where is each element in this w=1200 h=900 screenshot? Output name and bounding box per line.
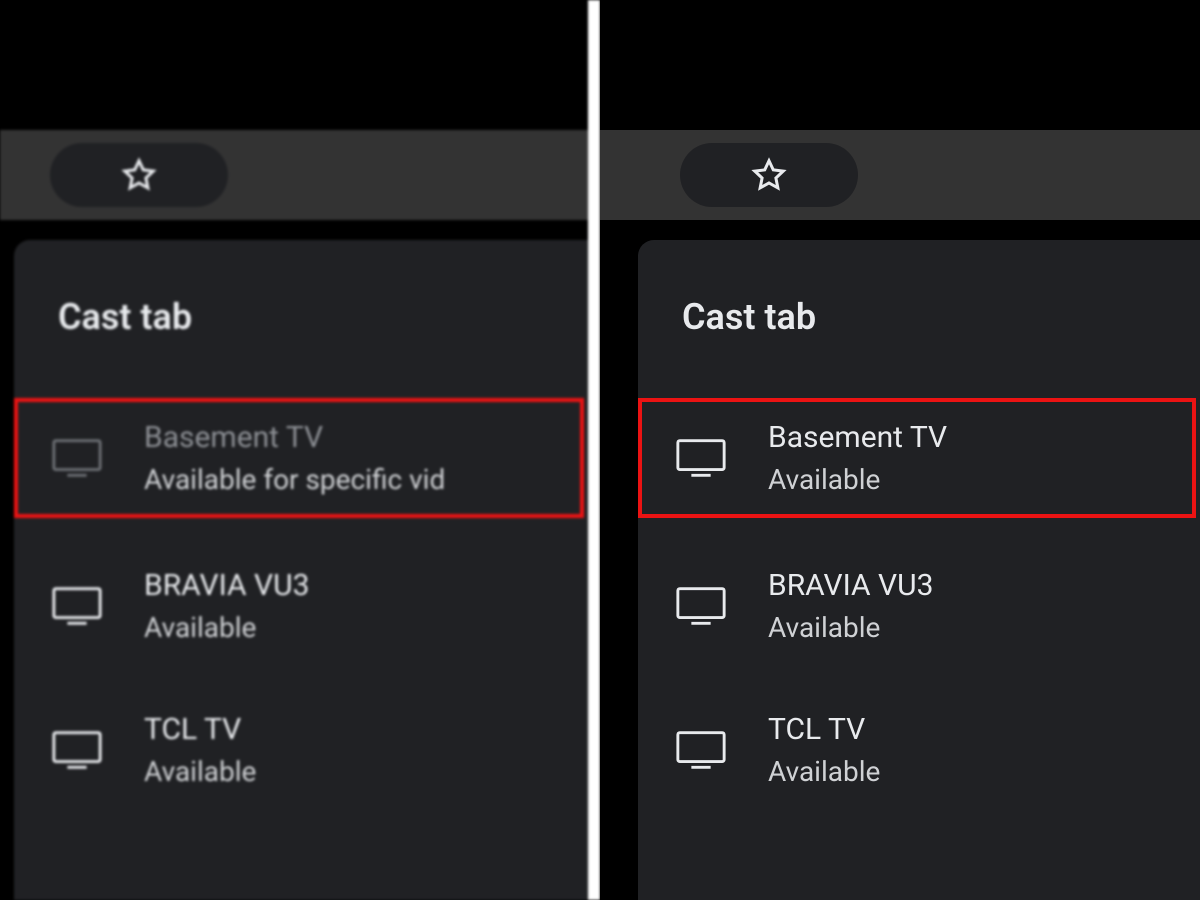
comparison-right-pane: Cast tab Basement TV Available BRAVIA VU… xyxy=(600,0,1200,900)
cast-device-tcl-tv[interactable]: TCL TV Available xyxy=(14,694,588,806)
cast-device-basement-tv[interactable]: Basement TV Available for specific vid xyxy=(14,398,584,518)
tv-icon xyxy=(674,728,728,772)
popup-title: Cast tab xyxy=(638,240,1200,338)
tv-icon xyxy=(50,728,104,772)
device-status: Available for specific vid xyxy=(144,463,445,496)
device-status: Available xyxy=(768,611,933,644)
device-name: TCL TV xyxy=(144,712,256,747)
device-status: Available xyxy=(768,463,947,496)
comparison-left-pane: Cast tab Basement TV Available for speci… xyxy=(0,0,600,900)
device-name: Basement TV xyxy=(768,420,947,455)
bookmark-pill[interactable] xyxy=(680,143,858,207)
star-icon xyxy=(751,157,787,193)
device-name: BRAVIA VU3 xyxy=(144,568,309,603)
device-name: BRAVIA VU3 xyxy=(768,568,933,603)
tv-icon xyxy=(674,584,728,628)
tv-icon xyxy=(50,436,104,480)
cast-device-tcl-tv[interactable]: TCL TV Available xyxy=(638,694,1200,806)
device-status: Available xyxy=(144,755,256,788)
cast-device-bravia-vu3[interactable]: BRAVIA VU3 Available xyxy=(638,550,1200,662)
device-list: Basement TV Available BRAVIA VU3 Availab… xyxy=(638,398,1200,806)
device-status: Available xyxy=(144,611,309,644)
device-status: Available xyxy=(768,755,880,788)
star-icon xyxy=(121,157,157,193)
cast-device-bravia-vu3[interactable]: BRAVIA VU3 Available xyxy=(14,550,588,662)
tv-icon xyxy=(50,584,104,628)
cast-popup: Cast tab Basement TV Available BRAVIA VU… xyxy=(638,240,1200,900)
popup-title: Cast tab xyxy=(14,240,588,338)
device-name: TCL TV xyxy=(768,712,880,747)
bookmark-pill[interactable] xyxy=(50,143,228,207)
tv-icon xyxy=(674,436,728,480)
device-name: Basement TV xyxy=(144,420,445,455)
cast-popup: Cast tab Basement TV Available for speci… xyxy=(14,240,588,900)
device-list: Basement TV Available for specific vid B… xyxy=(14,398,588,806)
cast-device-basement-tv[interactable]: Basement TV Available xyxy=(638,398,1196,518)
